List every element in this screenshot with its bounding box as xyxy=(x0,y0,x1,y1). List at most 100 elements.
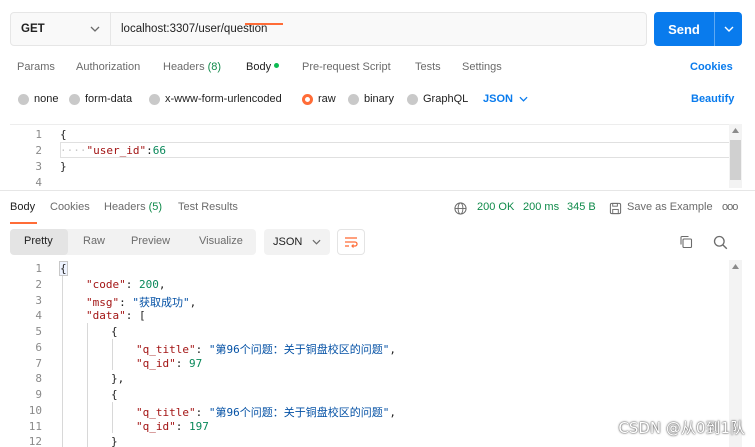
response-headers-label: Headers xyxy=(104,201,146,213)
line-number: 9 xyxy=(35,388,42,401)
code-line: ····"user_id":66 xyxy=(60,144,166,157)
tab-body[interactable]: Body xyxy=(246,61,280,73)
response-tab-cookies[interactable]: Cookies xyxy=(50,201,90,213)
response-size[interactable]: 345 B xyxy=(567,201,596,213)
response-tab-body[interactable]: Body xyxy=(10,201,35,213)
view-visualize[interactable]: Visualize xyxy=(199,235,243,247)
response-active-tab-indicator xyxy=(10,222,37,224)
send-button[interactable]: Send xyxy=(654,12,742,46)
indent-guide xyxy=(87,323,88,447)
radio-binary[interactable]: binary xyxy=(348,93,394,105)
line-number: 1 xyxy=(35,128,42,141)
request-body-editor[interactable]: 1 2 3 4 { ····"user_id":66 } xyxy=(10,124,742,189)
scroll-up-icon[interactable] xyxy=(732,264,739,269)
line-number: 3 xyxy=(35,294,42,307)
pane-divider[interactable] xyxy=(0,190,755,191)
editor-scrollbar[interactable] xyxy=(729,124,742,188)
response-view-segmented: Pretty Raw Preview Visualize xyxy=(10,229,256,255)
code-line: } xyxy=(111,435,118,447)
url-bar: GET localhost:3307/user/question xyxy=(10,12,647,46)
code-line: "q_title": "第96个问题：关于铜盘校区的问题", xyxy=(136,406,396,419)
response-tab-test-results[interactable]: Test Results xyxy=(178,201,238,213)
radio-urlencoded[interactable]: x-www-form-urlencoded xyxy=(149,93,282,105)
radio-none[interactable]: none xyxy=(18,93,58,105)
beautify-link[interactable]: Beautify xyxy=(691,93,734,105)
json-key: "q_id" xyxy=(136,357,176,370)
tab-headers[interactable]: Headers (8) xyxy=(163,61,221,73)
line-number: 12 xyxy=(28,435,42,447)
code-line: { xyxy=(111,388,118,401)
code-line: } xyxy=(60,160,67,173)
line-number: 3 xyxy=(35,160,42,173)
json-key: "msg" xyxy=(86,296,120,309)
scroll-up-icon[interactable] xyxy=(732,128,739,133)
json-value: 66 xyxy=(152,144,166,157)
response-format-select[interactable]: JSON xyxy=(264,229,330,255)
view-pretty[interactable]: Pretty xyxy=(24,235,53,247)
tab-settings[interactable]: Settings xyxy=(462,61,502,73)
radio-raw-label: raw xyxy=(318,93,336,105)
json-value: 197 xyxy=(189,420,209,433)
url-input[interactable]: localhost:3307/user/question xyxy=(111,23,267,35)
search-icon[interactable] xyxy=(712,234,728,250)
radio-graphql-label: GraphQL xyxy=(423,93,469,105)
chevron-down-icon xyxy=(89,23,101,35)
send-options-chevron-icon[interactable] xyxy=(715,26,742,32)
json-key: "q_title" xyxy=(136,343,196,356)
cookies-link[interactable]: Cookies xyxy=(690,61,733,73)
save-as-example-button[interactable]: Save as Example xyxy=(627,201,713,213)
indent-dots: ···· xyxy=(60,144,87,157)
save-icon[interactable] xyxy=(607,200,623,216)
radio-raw[interactable]: raw xyxy=(302,93,336,105)
radio-selected-icon xyxy=(302,93,313,105)
view-preview[interactable]: Preview xyxy=(131,235,170,247)
json-key: "user_id" xyxy=(86,144,147,157)
body-modified-dot-icon xyxy=(274,63,280,68)
radio-graphql[interactable]: GraphQL xyxy=(407,93,468,105)
line-number: 4 xyxy=(35,176,42,189)
code-line: { xyxy=(59,261,68,276)
indent-guide xyxy=(112,402,113,433)
code-line: "q_id": 197 xyxy=(136,420,209,433)
indent-guide xyxy=(112,339,113,370)
radio-form-data[interactable]: form-data xyxy=(69,93,132,105)
tab-params[interactable]: Params xyxy=(17,61,55,73)
body-type-options: none form-data x-www-form-urlencoded raw… xyxy=(0,88,755,110)
code-line: { xyxy=(111,325,118,338)
code-line: "q_id": 97 xyxy=(136,357,203,370)
chevron-down-icon xyxy=(312,239,321,245)
json-value: "第96个问题：关于铜盘校区的问题" xyxy=(208,343,390,356)
radio-icon xyxy=(18,93,29,105)
copy-icon[interactable] xyxy=(678,234,694,250)
response-time[interactable]: 200 ms xyxy=(523,201,559,213)
more-options-button[interactable]: ooo xyxy=(722,201,738,213)
scrollbar-thumb[interactable] xyxy=(730,140,741,180)
code-line: "code": 200, xyxy=(86,278,166,291)
line-number: 2 xyxy=(35,278,42,291)
request-tabs: Params Authorization Headers (8) Body Pr… xyxy=(0,56,755,80)
wrap-lines-button[interactable] xyxy=(337,229,365,255)
response-tabs: Body Cookies Headers (5) Test Results 20… xyxy=(0,196,755,220)
radio-icon xyxy=(69,93,80,105)
code-line: "q_title": "第96个问题：关于铜盘校区的问题", xyxy=(136,343,396,356)
watermark: CSDN @从0到1队 xyxy=(618,419,745,437)
body-format-label: JSON xyxy=(483,93,513,105)
json-value: 200 xyxy=(139,278,159,291)
body-format-select[interactable]: JSON xyxy=(483,93,528,105)
line-number: 2 xyxy=(35,144,42,157)
tab-authorization[interactable]: Authorization xyxy=(76,61,140,73)
status-code[interactable]: 200 OK xyxy=(477,201,514,213)
line-number: 7 xyxy=(35,357,42,370)
view-raw[interactable]: Raw xyxy=(83,235,105,247)
json-key: "code" xyxy=(86,278,126,291)
line-number: 4 xyxy=(35,309,42,322)
radio-binary-label: binary xyxy=(364,93,394,105)
response-tab-headers[interactable]: Headers (5) xyxy=(104,201,162,213)
method-select[interactable]: GET xyxy=(11,13,111,45)
globe-icon xyxy=(452,200,468,216)
json-punct: : [ xyxy=(125,309,146,322)
tab-tests[interactable]: Tests xyxy=(415,61,441,73)
code-line: }, xyxy=(111,372,125,385)
radio-none-label: none xyxy=(34,93,59,105)
tab-prerequest-script[interactable]: Pre-request Script xyxy=(302,61,391,73)
